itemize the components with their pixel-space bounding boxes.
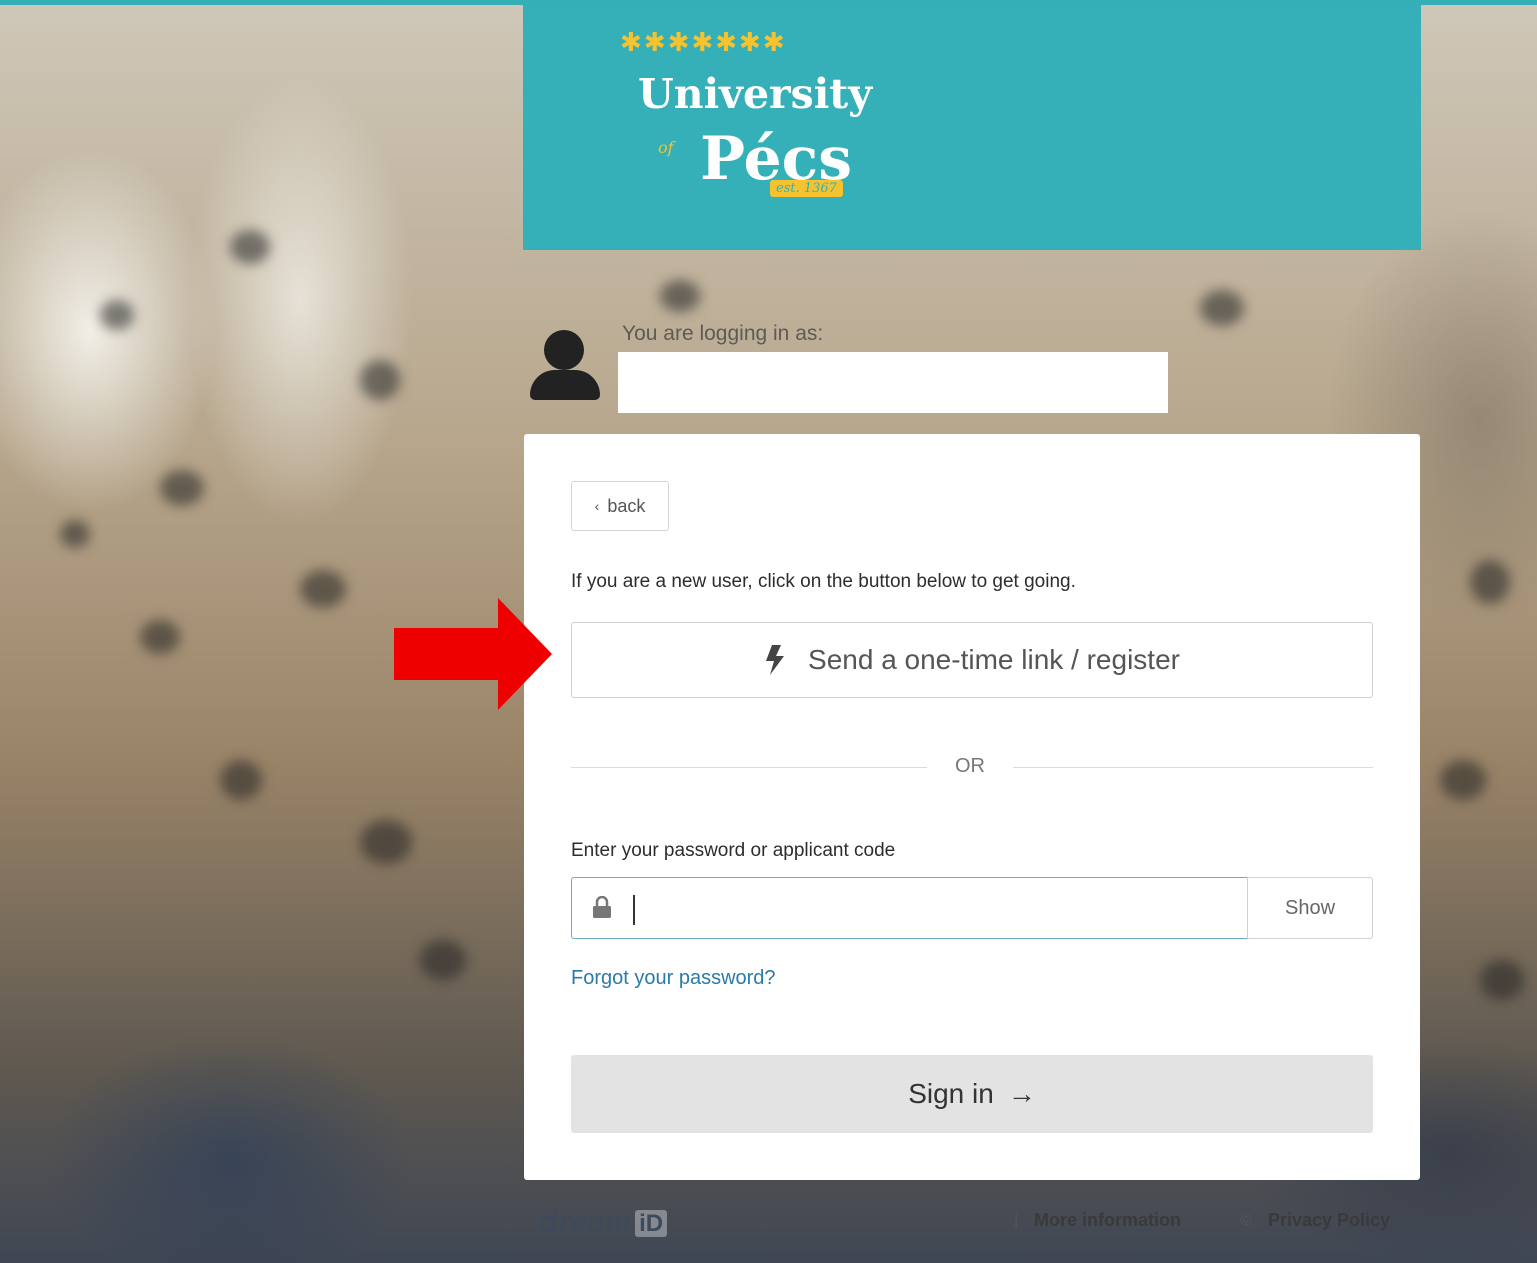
arrow-right-icon: → <box>1007 1078 1036 1109</box>
logging-in-as-label: You are logging in as: <box>622 322 824 345</box>
logging-in-as-value <box>618 352 1168 413</box>
logo-word-of: of <box>658 138 674 157</box>
show-password-button[interactable]: Show <box>1247 877 1373 939</box>
lock-icon <box>593 896 611 918</box>
or-text: OR <box>955 755 985 777</box>
dreamid-logo: dream iD <box>540 1205 668 1238</box>
lightning-bolt-icon <box>766 645 785 675</box>
dreamid-logo-text: dream <box>540 1205 632 1238</box>
logo-word-university: University <box>638 70 873 118</box>
privacy-policy-link[interactable]: Privacy Policy <box>1268 1210 1390 1231</box>
divider-line-left <box>571 767 927 768</box>
more-information-link[interactable]: More information <box>1034 1210 1181 1231</box>
divider-line-right <box>1013 767 1373 768</box>
sign-in-button[interactable]: Sign in → <box>571 1055 1373 1133</box>
dreamid-logo-id: iD <box>635 1210 668 1237</box>
text-cursor <box>633 895 635 925</box>
login-card: ‹ back If you are a new user, click on t… <box>524 434 1420 1180</box>
copyright-icon: © <box>1240 1212 1252 1229</box>
chevron-left-icon: ‹ <box>594 498 600 514</box>
footer-separator: | <box>1014 1212 1019 1229</box>
logo-stars: ✱✱✱✱✱✱✱ <box>620 28 787 58</box>
university-logo: ✱✱✱✱✱✱✱ University of Pécs est. 1367 <box>612 28 882 218</box>
logo-est-badge: est. 1367 <box>770 180 843 197</box>
back-button[interactable]: ‹ back <box>571 481 669 531</box>
password-label: Enter your password or applicant code <box>571 840 896 861</box>
password-input[interactable] <box>571 877 1248 939</box>
red-annotation-arrow <box>394 598 552 710</box>
user-icon <box>528 330 602 402</box>
back-button-label: back <box>607 495 646 516</box>
or-divider: OR <box>571 752 1373 782</box>
send-one-time-link-button[interactable]: Send a one-time link / register <box>571 622 1373 698</box>
send-one-time-link-label: Send a one-time link / register <box>808 644 1180 675</box>
new-user-instructions: If you are a new user, click on the butt… <box>571 571 1076 592</box>
sign-in-label: Sign in <box>908 1078 994 1109</box>
forgot-password-link[interactable]: Forgot your password? <box>571 967 776 990</box>
